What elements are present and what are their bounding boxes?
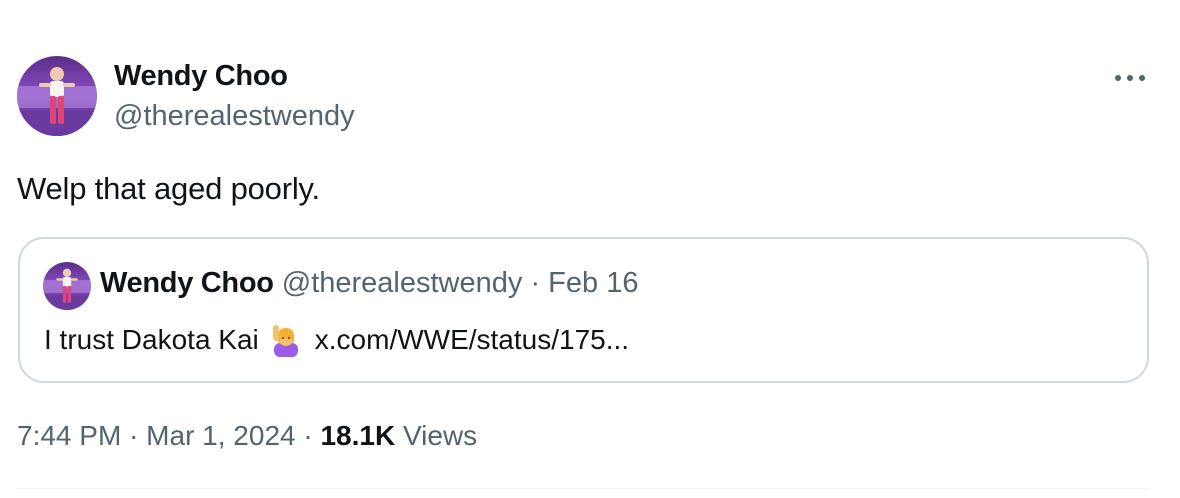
avatar-image — [17, 56, 97, 136]
tweet-card: Wendy Choo @therealestwendy Welp that ag… — [0, 0, 1180, 498]
tweet-date[interactable]: Mar 1, 2024 — [146, 420, 295, 451]
quote-tweet[interactable]: Wendy Choo @therealestwendy · Feb 16 I t… — [18, 237, 1149, 383]
views-label: Views — [402, 420, 478, 451]
author-avatar[interactable] — [17, 56, 97, 136]
quote-header: Wendy Choo @therealestwendy · Feb 16 — [100, 267, 638, 300]
more-options-button[interactable] — [1108, 60, 1152, 96]
author-name[interactable]: Wendy Choo — [114, 60, 288, 93]
tweet-time[interactable]: 7:44 PM — [17, 420, 121, 451]
separator: · — [129, 420, 139, 451]
tweet-text: Welp that aged poorly. — [17, 171, 320, 206]
quote-text-row: I trust Dakota Kai x.com/WWE/status/175.… — [44, 323, 629, 357]
divider — [17, 488, 1148, 489]
quote-author-name: Wendy Choo — [100, 267, 274, 299]
quote-link[interactable]: x.com/WWE/status/175... — [315, 324, 629, 356]
avatar-image — [43, 262, 91, 310]
woman-raising-hand-emoji-icon — [269, 323, 303, 357]
quote-text: I trust Dakota Kai — [44, 324, 259, 355]
views-count: 18.1K — [320, 420, 396, 451]
quote-author-handle: @therealestwendy — [281, 267, 523, 299]
separator: · — [303, 420, 313, 451]
more-horizontal-icon — [1115, 75, 1145, 81]
quote-author-avatar — [43, 262, 91, 310]
separator: · — [530, 267, 541, 299]
tweet-meta: 7:44 PM · Mar 1, 2024 · 18.1K Views — [17, 420, 477, 452]
quote-date: Feb 16 — [548, 267, 639, 299]
author-handle[interactable]: @therealestwendy — [114, 100, 355, 133]
